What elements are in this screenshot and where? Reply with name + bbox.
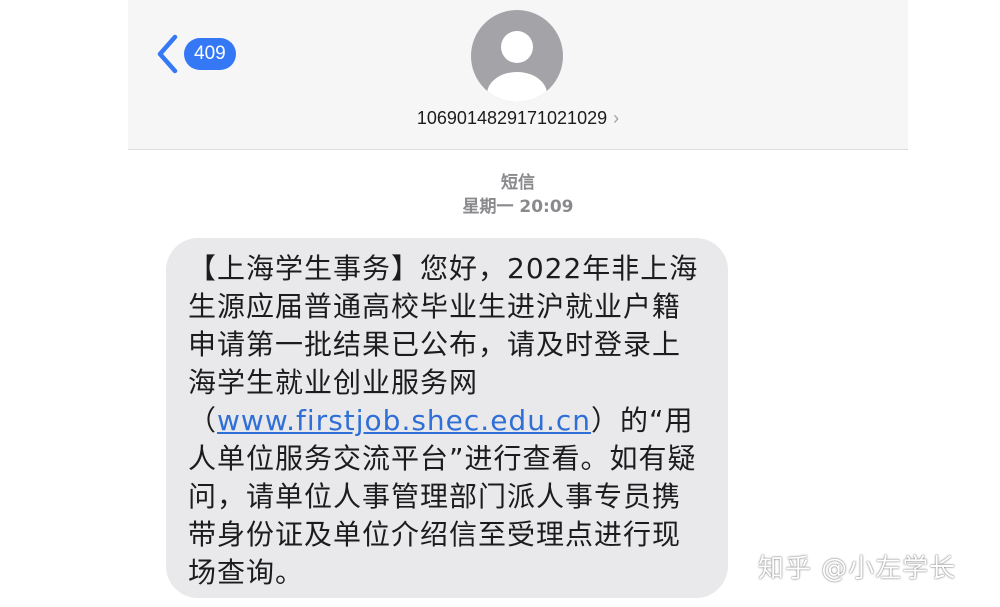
message-text: 【上海学生事务】您好，2022年非上海生源应届普通高校毕业生进沪就业户籍申请第一…	[188, 250, 708, 592]
message-timestamp: 星期一 20:09	[462, 197, 574, 217]
conversation-header: 409 1069014829171021029 ›	[128, 0, 908, 150]
thread-meta: 短信 星期一 20:09	[128, 172, 908, 220]
chevron-left-icon	[156, 34, 178, 74]
channel-label: 短信	[501, 173, 535, 193]
person-silhouette-icon	[471, 31, 563, 102]
back-button[interactable]: 409	[156, 34, 236, 74]
messages-screen: 409 1069014829171021029 › 短信 星期一 20:09 【…	[128, 0, 908, 607]
message-link[interactable]: www.firstjob.shec.edu.cn	[217, 404, 591, 437]
sender-details-button[interactable]: 1069014829171021029 ›	[128, 108, 908, 129]
unread-count-badge: 409	[184, 38, 236, 70]
watermark: 知乎 @小左学长	[758, 554, 957, 584]
message-bubble[interactable]: 【上海学生事务】您好，2022年非上海生源应届普通高校毕业生进沪就业户籍申请第一…	[166, 238, 728, 598]
chevron-right-icon: ›	[613, 108, 620, 128]
avatar[interactable]	[471, 10, 563, 102]
sender-number: 1069014829171021029	[416, 108, 608, 128]
